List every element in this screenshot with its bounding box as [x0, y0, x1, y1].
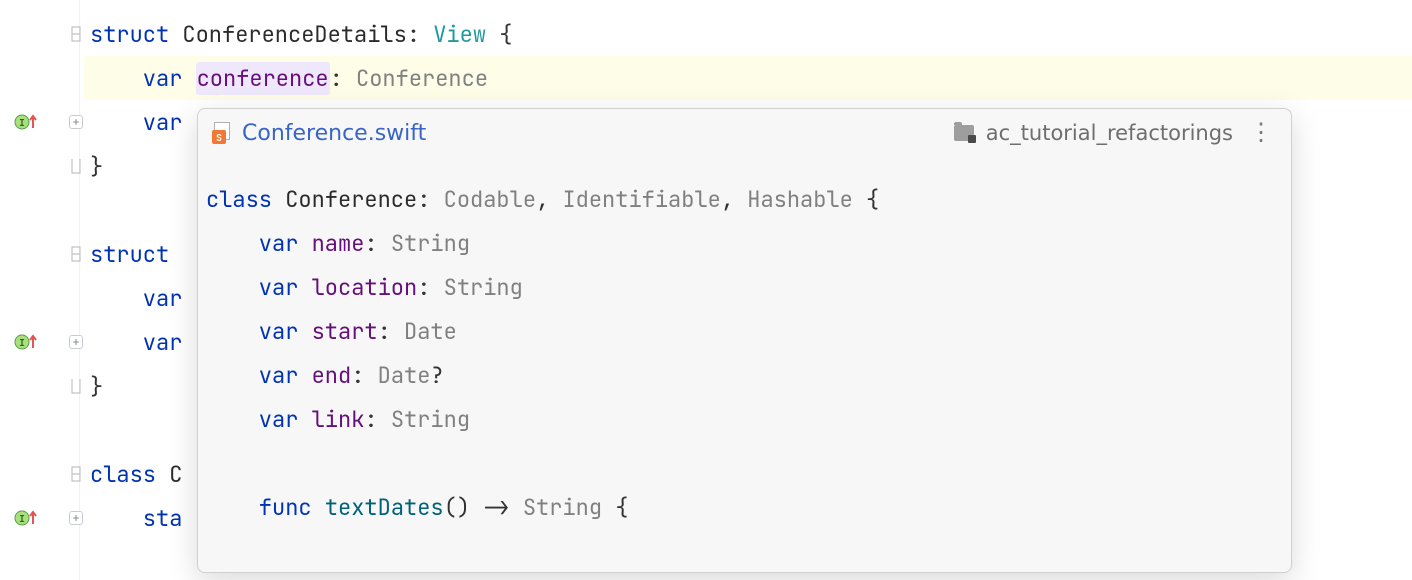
keyword: sta: [90, 504, 182, 533]
more-actions-icon[interactable]: ⋮: [1245, 121, 1277, 145]
fold-marker-expand[interactable]: +: [68, 334, 84, 350]
popup-code-line: var location: String: [206, 265, 1283, 309]
svg-text:I: I: [19, 116, 25, 129]
fold-marker-collapse[interactable]: [68, 26, 84, 42]
type-name: [169, 20, 182, 49]
type-name: ConferenceDetails: [182, 20, 406, 49]
fold-marker-expand[interactable]: +: [68, 510, 84, 526]
folder-icon: [954, 125, 974, 141]
vcs-change-marker[interactable]: I: [14, 332, 34, 352]
popup-filename-link[interactable]: Conference.swift: [242, 121, 426, 146]
code-line[interactable]: struct ConferenceDetails: View {: [84, 12, 1412, 56]
fold-marker-collapse[interactable]: [68, 246, 84, 262]
fold-marker-end[interactable]: [68, 378, 84, 394]
keyword: var: [90, 64, 196, 93]
keyword: var: [90, 108, 182, 137]
keyword: struct: [90, 20, 169, 49]
popup-code-line: var name: String: [206, 221, 1283, 265]
property-name-highlighted: conference: [196, 62, 330, 95]
fold-marker-end[interactable]: [68, 158, 84, 174]
popup-code-preview[interactable]: class Conference: Codable, Identifiable,…: [198, 157, 1291, 529]
keyword: var: [90, 284, 182, 313]
svg-text:I: I: [19, 336, 25, 349]
keyword: struct: [90, 240, 182, 269]
fold-marker-collapse[interactable]: [68, 466, 84, 482]
keyword: class: [90, 460, 169, 489]
popup-header: S Conference.swift ac_tutorial_refactori…: [198, 109, 1291, 157]
popup-project-name: ac_tutorial_refactorings: [986, 121, 1233, 145]
popup-code-line: var link: String: [206, 397, 1283, 441]
popup-code-line: func textDates() -> String {: [206, 485, 1283, 529]
swift-file-icon: S: [212, 122, 232, 144]
plus-icon: +: [69, 511, 83, 525]
fold-marker-expand[interactable]: +: [68, 114, 84, 130]
type-ref: Conference: [356, 64, 488, 93]
quick-definition-popup: S Conference.swift ac_tutorial_refactori…: [197, 108, 1292, 573]
editor-gutter: I + I + I +: [0, 0, 84, 580]
popup-code-line: var start: Date: [206, 309, 1283, 353]
keyword: var: [90, 328, 182, 357]
vcs-change-marker[interactable]: I: [14, 508, 34, 528]
vcs-change-marker[interactable]: I: [14, 112, 34, 132]
brace: }: [90, 152, 103, 181]
popup-code-line: var end: Date?: [206, 353, 1283, 397]
popup-code-line: class Conference: Codable, Identifiable,…: [206, 177, 1283, 221]
brace: }: [90, 372, 103, 401]
code-line-highlighted[interactable]: var conference: Conference: [84, 56, 1412, 100]
popup-code-line: [206, 441, 1283, 485]
svg-text:I: I: [19, 512, 25, 525]
plus-icon: +: [69, 335, 83, 349]
plus-icon: +: [69, 115, 83, 129]
protocol: View: [433, 20, 486, 49]
